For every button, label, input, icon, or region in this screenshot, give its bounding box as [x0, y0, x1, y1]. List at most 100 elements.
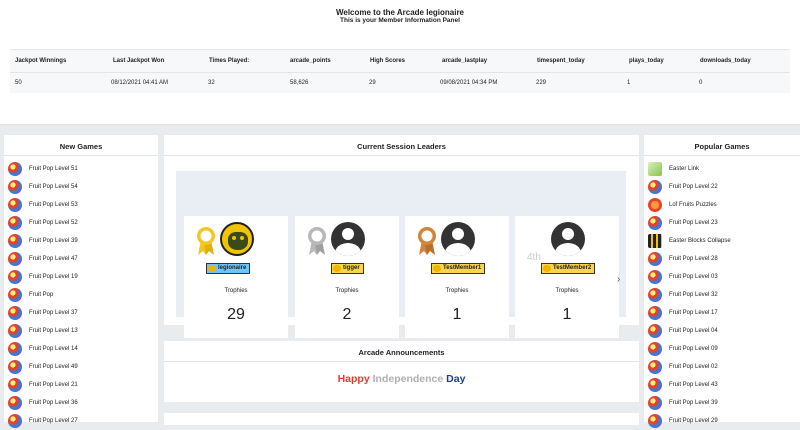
game-title[interactable]: Fruit Pop Level 47 [29, 250, 78, 268]
smiley-icon [433, 265, 441, 272]
game-title[interactable]: Fruit Pop Level 54 [29, 178, 78, 196]
new-game-item[interactable]: Fruit Pop Level 36 [6, 394, 156, 412]
popular-game-item[interactable]: Lof Fruits Puzzles [646, 196, 796, 214]
game-title[interactable]: Fruit Pop Level 39 [29, 232, 78, 250]
new-game-item[interactable]: Fruit Pop [6, 286, 156, 304]
popular-game-item[interactable]: Fruit Pop Level 32 [646, 286, 796, 304]
game-title[interactable]: Fruit Pop Level 19 [29, 268, 78, 286]
game-title[interactable]: Fruit Pop Level 28 [669, 250, 718, 268]
popular-game-item[interactable]: Fruit Pop Level 03 [646, 268, 796, 286]
val-jackpot-winnings: 50 [15, 80, 22, 86]
col-jackpot-winnings: Jackpot Winnings [15, 58, 67, 64]
leader-card-1st[interactable]: legionaire Trophies 29 [184, 216, 288, 338]
popular-game-item[interactable]: Easter Blocks Collapse [646, 232, 796, 250]
new-game-item[interactable]: Fruit Pop Level 52 [6, 214, 156, 232]
game-title[interactable]: Easter Link [669, 160, 699, 178]
member-name-tag[interactable]: TestMember1 [431, 263, 486, 274]
default-avatar-icon[interactable] [441, 222, 475, 256]
game-title[interactable]: Fruit Pop Level 49 [29, 358, 78, 376]
game-title[interactable]: Fruit Pop [29, 286, 53, 304]
game-title[interactable]: Fruit Pop Level 37 [29, 304, 78, 322]
leader-card-4th[interactable]: 4th TestMember2 Trophies 1 [515, 216, 619, 338]
game-title[interactable]: Fruit Pop Level 53 [29, 196, 78, 214]
popular-game-item[interactable]: Fruit Pop Level 29 [646, 412, 796, 430]
trophy-count: 2 [342, 306, 352, 323]
lof-fruits-thumbnail-icon [648, 198, 662, 212]
leader-card-3rd[interactable]: TestMember1 Trophies 1 [405, 216, 509, 338]
game-title[interactable]: Fruit Pop Level 27 [29, 412, 78, 430]
popular-game-item[interactable]: Fruit Pop Level 23 [646, 214, 796, 232]
new-game-item[interactable]: Fruit Pop Level 19 [6, 268, 156, 286]
game-title[interactable]: Fruit Pop Level 04 [669, 322, 718, 340]
member-name[interactable]: TestMember2 [553, 265, 591, 271]
game-title[interactable]: Fruit Pop Level 03 [669, 268, 718, 286]
member-name[interactable]: tigger [343, 265, 360, 271]
bronze-ribbon-icon [418, 227, 436, 255]
fruit-pop-thumbnail-icon [8, 252, 22, 266]
game-title[interactable]: Fruit Pop Level 29 [669, 412, 718, 430]
member-name-tag[interactable]: TestMember2 [541, 263, 596, 274]
fruit-pop-thumbnail-icon [8, 216, 22, 230]
popular-game-item[interactable]: Fruit Pop Level 09 [646, 340, 796, 358]
game-title[interactable]: Fruit Pop Level 43 [669, 376, 718, 394]
new-game-item[interactable]: Fruit Pop Level 13 [6, 322, 156, 340]
game-title[interactable]: Lof Fruits Puzzles [669, 196, 717, 214]
member-name[interactable]: legionaire [218, 265, 246, 271]
new-game-item[interactable]: Fruit Pop Level 39 [6, 232, 156, 250]
game-title[interactable]: Fruit Pop Level 32 [669, 286, 718, 304]
game-title[interactable]: Fruit Pop Level 13 [29, 322, 78, 340]
new-game-item[interactable]: Fruit Pop Level 21 [6, 376, 156, 394]
popular-game-item[interactable]: Fruit Pop Level 04 [646, 322, 796, 340]
fruit-pop-thumbnail-icon [648, 306, 662, 320]
game-title[interactable]: Fruit Pop Level 36 [29, 394, 78, 412]
avatar[interactable] [220, 222, 254, 256]
popular-game-item[interactable]: Fruit Pop Level 17 [646, 304, 796, 322]
game-title[interactable]: Fruit Pop Level 22 [669, 178, 718, 196]
member-name-tag[interactable]: tigger [331, 263, 364, 274]
val-last-jackpot-won: 08/12/2021 04:41 AM [111, 80, 169, 86]
chevron-right-icon[interactable]: › [617, 273, 627, 287]
popular-game-item[interactable]: Fruit Pop Level 28 [646, 250, 796, 268]
new-game-item[interactable]: Fruit Pop Level 54 [6, 178, 156, 196]
fruit-pop-thumbnail-icon [8, 414, 22, 428]
fruit-pop-thumbnail-icon [8, 270, 22, 284]
game-title[interactable]: Fruit Pop Level 51 [29, 160, 78, 178]
new-game-item[interactable]: Fruit Pop Level 51 [6, 160, 156, 178]
game-title[interactable]: Fruit Pop Level 09 [669, 340, 718, 358]
game-title[interactable]: Fruit Pop Level 39 [669, 394, 718, 412]
popular-game-item[interactable]: Fruit Pop Level 43 [646, 376, 796, 394]
new-game-item[interactable]: Fruit Pop Level 14 [6, 340, 156, 358]
default-avatar-icon[interactable] [331, 222, 365, 256]
new-game-item[interactable]: Fruit Pop Level 49 [6, 358, 156, 376]
game-title[interactable]: Fruit Pop Level 23 [669, 214, 718, 232]
leaders-carousel: legionaire Trophies 29 tigger Trophies 2 [176, 171, 627, 338]
announcements-panel: Arcade Announcements Happy Independence … [164, 341, 639, 402]
fruit-pop-thumbnail-icon [8, 198, 22, 212]
leader-card-2nd[interactable]: tigger Trophies 2 [295, 216, 399, 338]
game-title[interactable]: Fruit Pop Level 52 [29, 214, 78, 232]
additional-panel [164, 413, 639, 425]
member-name-tag[interactable]: legionaire [206, 263, 251, 274]
default-avatar-icon[interactable] [551, 222, 585, 256]
new-game-item[interactable]: Fruit Pop Level 47 [6, 250, 156, 268]
popular-game-item[interactable]: Easter Link [646, 160, 796, 178]
game-title[interactable]: Fruit Pop Level 14 [29, 340, 78, 358]
new-game-item[interactable]: Fruit Pop Level 37 [6, 304, 156, 322]
popular-game-item[interactable]: Fruit Pop Level 02 [646, 358, 796, 376]
fruit-pop-thumbnail-icon [8, 180, 22, 194]
fruit-pop-thumbnail-icon [648, 180, 662, 194]
col-last-jackpot-won: Last Jackpot Won [113, 58, 165, 64]
game-title[interactable]: Easter Blocks Collapse [669, 232, 731, 250]
val-downloads-today: 0 [699, 80, 703, 86]
game-title[interactable]: Fruit Pop Level 02 [669, 358, 718, 376]
game-title[interactable]: Fruit Pop Level 21 [29, 376, 78, 394]
popular-game-item[interactable]: Fruit Pop Level 39 [646, 394, 796, 412]
game-title[interactable]: Fruit Pop Level 17 [669, 304, 718, 322]
announcements-title: Arcade Announcements [358, 348, 445, 357]
popular-game-item[interactable]: Fruit Pop Level 22 [646, 178, 796, 196]
member-name[interactable]: TestMember1 [443, 265, 481, 271]
new-game-item[interactable]: Fruit Pop Level 53 [6, 196, 156, 214]
new-game-item[interactable]: Fruit Pop Level 27 [6, 412, 156, 430]
fruit-pop-thumbnail-icon [648, 396, 662, 410]
divider [164, 155, 639, 156]
